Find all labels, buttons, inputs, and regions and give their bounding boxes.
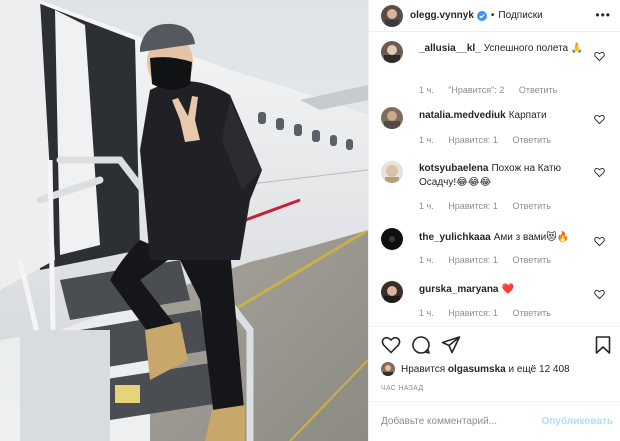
header-separator: • — [490, 10, 495, 21]
comment-likes[interactable]: Нравится: 1 — [448, 201, 498, 211]
post-action-bar — [369, 326, 620, 362]
comment-avatar[interactable] — [381, 161, 403, 183]
comment-body: Карпати — [508, 110, 547, 121]
comment-reply[interactable]: Ответить — [512, 135, 550, 145]
likes-prefix: Нравится — [401, 363, 446, 375]
like-comment-heart-icon[interactable] — [594, 289, 605, 300]
comments-list: _allusia__kl_ Успешного полета 🙏 1 ч. "Нр… — [369, 33, 620, 325]
following-button[interactable]: Подписки — [498, 10, 542, 21]
comment-reply[interactable]: Ответить — [512, 201, 550, 211]
comment-body: Успешного полета 🙏 — [483, 43, 584, 54]
comment-likes[interactable]: "Нравится": 2 — [448, 85, 504, 95]
author-username[interactable]: olegg.vynnyk — [410, 10, 474, 21]
like-comment-heart-icon[interactable] — [594, 114, 605, 125]
comment-meta: 1 ч. Нравится: 1 Ответить — [419, 308, 563, 318]
comment-time: 1 ч. — [419, 201, 434, 211]
likes-count[interactable]: и ещё 12 408 — [509, 364, 570, 375]
like-comment-heart-icon[interactable] — [594, 167, 605, 178]
author-avatar[interactable] — [381, 4, 403, 27]
post-timestamp[interactable]: ЧАС НАЗАД — [381, 385, 423, 392]
add-comment-input[interactable]: Добавьте комментарий... — [381, 416, 497, 427]
comment-avatar[interactable] — [381, 281, 403, 303]
comment-bubble-icon[interactable] — [411, 335, 431, 355]
comment-avatar[interactable] — [381, 228, 403, 250]
like-comment-heart-icon[interactable] — [594, 51, 605, 62]
comment-meta: 1 ч. Нравится: 1 Ответить — [419, 201, 563, 211]
post-side-panel: olegg.vynnyk • Подписки ••• _allusia__kl… — [368, 0, 620, 441]
comment-reply[interactable]: Ответить — [512, 308, 550, 318]
comment-time: 1 ч. — [419, 308, 434, 318]
comment-likes[interactable]: Нравится: 1 — [448, 135, 498, 145]
comment-text: kotsyubaelena Похож на Катю Осадчу!😂😂😂 — [419, 162, 589, 190]
likes-summary: Нравится olgasumska и ещё 12 408 — [381, 362, 570, 376]
comment-text: gurska_maryana ❤️ — [419, 283, 589, 297]
comment-meta: 1 ч. "Нравится": 2 Ответить — [419, 85, 569, 95]
comment-time: 1 ч. — [419, 255, 434, 265]
comment-avatar[interactable] — [381, 41, 403, 63]
comment-text: natalia.medvediuk Карпати — [419, 109, 589, 123]
save-bookmark-icon[interactable] — [593, 335, 613, 355]
comment-text: _allusia__kl_ Успешного полета 🙏 — [419, 42, 589, 56]
verified-badge-icon — [476, 10, 487, 21]
photo-scene — [0, 0, 368, 441]
comment-username[interactable]: kotsyubaelena — [419, 163, 488, 174]
comment-username[interactable]: _allusia__kl_ — [419, 43, 481, 54]
like-heart-icon[interactable] — [381, 335, 401, 355]
liker-avatar[interactable] — [381, 362, 395, 376]
comment-meta: 1 ч. Нравится: 1 Ответить — [419, 255, 563, 265]
comment-username[interactable]: the_yulichkaaa — [419, 232, 491, 243]
comment-username[interactable]: gurska_maryana — [419, 284, 499, 295]
post-header: olegg.vynnyk • Подписки ••• — [369, 0, 620, 32]
comment-likes[interactable]: Нравится: 1 — [448, 308, 498, 318]
add-comment-bar: Добавьте комментарий... Опубликовать — [369, 401, 620, 441]
comment-body: Ами з вами😻🔥 — [493, 232, 570, 243]
post-photo[interactable] — [0, 0, 368, 441]
comment-body: ❤️ — [501, 284, 514, 295]
comment-username[interactable]: natalia.medvediuk — [419, 110, 506, 121]
publish-button[interactable]: Опубликовать — [542, 416, 613, 427]
comment-avatar[interactable] — [381, 107, 403, 129]
comment-meta: 1 ч. Нравится: 1 Ответить — [419, 135, 563, 145]
comment-reply[interactable]: Ответить — [512, 255, 550, 265]
comment-text: the_yulichkaaa Ами з вами😻🔥 — [419, 231, 589, 245]
comment-time: 1 ч. — [419, 85, 434, 95]
share-paper-plane-icon[interactable] — [441, 335, 461, 355]
more-horizontal-icon[interactable]: ••• — [595, 9, 611, 21]
liker-username[interactable]: olgasumska — [448, 364, 506, 375]
comment-time: 1 ч. — [419, 135, 434, 145]
comment-reply[interactable]: Ответить — [519, 85, 557, 95]
comment-likes[interactable]: Нравится: 1 — [448, 255, 498, 265]
like-comment-heart-icon[interactable] — [594, 236, 605, 247]
